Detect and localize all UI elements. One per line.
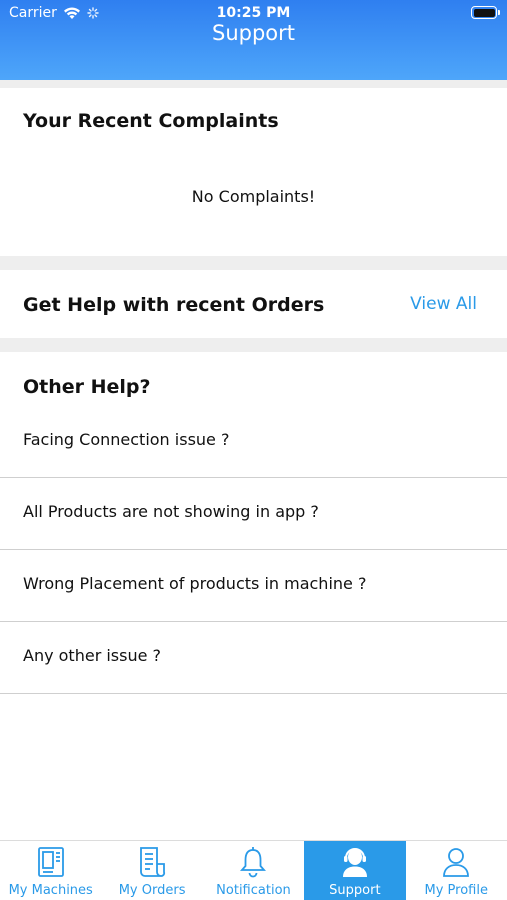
other-help-title: Other Help?	[23, 376, 151, 398]
help-item-label: Facing Connection issue ?	[23, 430, 230, 449]
recent-complaints-title: Your Recent Complaints	[23, 110, 279, 132]
tab-notification[interactable]: Notification	[203, 841, 304, 900]
section-divider	[0, 80, 507, 88]
tab-my-machines[interactable]: My Machines	[0, 841, 101, 900]
status-time: 10:25 PM	[216, 5, 291, 21]
profile-icon	[443, 848, 470, 877]
orders-icon	[140, 847, 166, 877]
battery-icon	[471, 6, 500, 19]
help-item-other-issue[interactable]: Any other issue ?	[0, 622, 507, 694]
tab-bar: My Machines My Orders Notification Suppo…	[0, 840, 507, 900]
no-complaints-text: No Complaints!	[191, 187, 316, 206]
tab-label: My Machines	[8, 883, 93, 898]
tab-label: My Profile	[424, 883, 488, 898]
bell-icon	[240, 847, 267, 878]
section-divider	[0, 338, 507, 352]
tab-my-profile[interactable]: My Profile	[406, 841, 507, 900]
tab-support[interactable]: Support	[304, 841, 406, 900]
section-divider	[0, 256, 507, 270]
machine-icon	[37, 847, 64, 877]
support-agent-icon	[342, 848, 367, 877]
help-item-label: Any other issue ?	[23, 646, 162, 665]
view-all-link[interactable]: View All	[410, 294, 477, 314]
tab-label: Support	[329, 883, 381, 898]
header: Carrier 10:25 PM Support	[0, 0, 507, 80]
help-item-connection[interactable]: Facing Connection issue ?	[0, 406, 507, 478]
help-item-products-missing[interactable]: All Products are not showing in app ?	[0, 478, 507, 550]
help-item-label: Wrong Placement of products in machine ?	[23, 574, 367, 593]
help-item-label: All Products are not showing in app ?	[23, 502, 319, 521]
page-title: Support	[211, 21, 295, 45]
tab-label: Notification	[216, 883, 291, 898]
tab-my-orders[interactable]: My Orders	[101, 841, 202, 900]
tab-label: My Orders	[118, 883, 186, 898]
orders-help-title: Get Help with recent Orders	[23, 294, 325, 316]
help-item-wrong-placement[interactable]: Wrong Placement of products in machine ?	[0, 550, 507, 622]
